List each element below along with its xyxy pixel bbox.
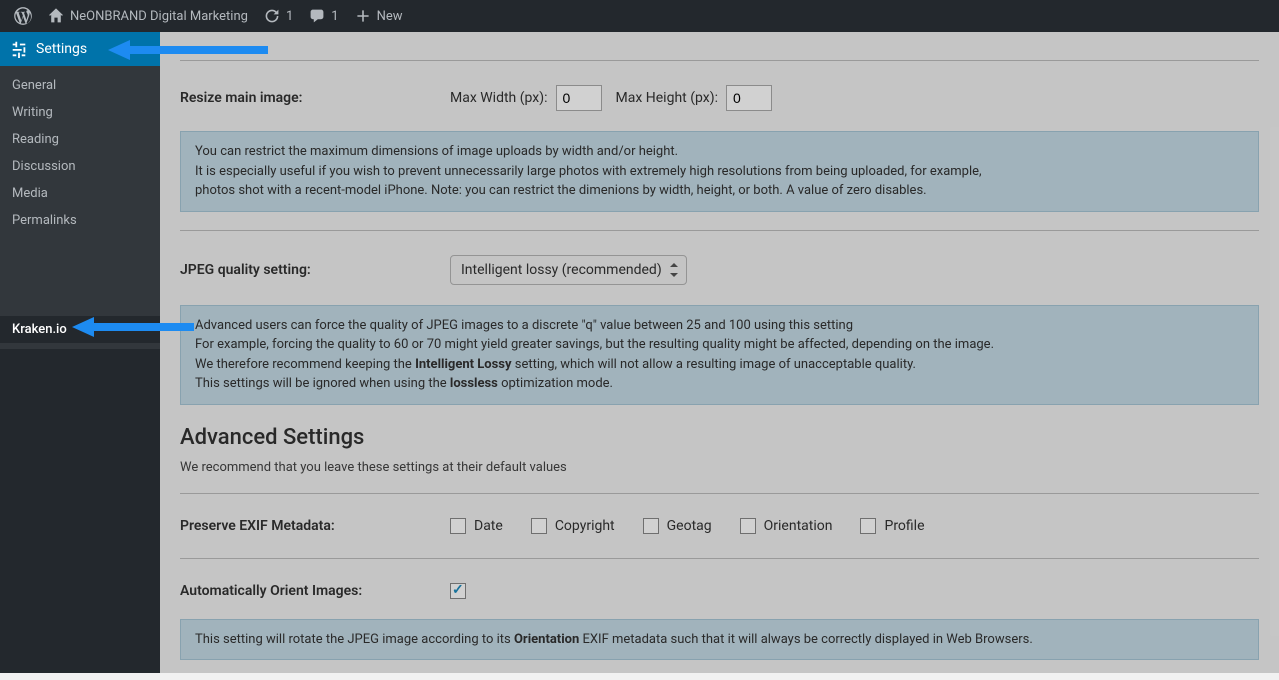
new-label: New	[377, 9, 403, 24]
exif-copyright-item: Copyright	[531, 518, 615, 534]
exif-geotag-item: Geotag	[643, 518, 712, 534]
select-jpeg-quality[interactable]: Intelligent lossy (recommended)	[450, 255, 687, 285]
help-auto-orient: This setting will rotate the JPEG image …	[180, 619, 1259, 661]
cb-label: Date	[474, 518, 503, 534]
help-text: For example, forcing the quality to 60 o…	[195, 335, 1244, 355]
exif-orientation-item: Orientation	[740, 518, 833, 534]
checkbox-exif-orientation[interactable]	[740, 518, 756, 534]
select-value: Intelligent lossy (recommended)	[461, 262, 662, 278]
site-title: NeONBRAND Digital Marketing	[70, 9, 248, 24]
comment-icon	[309, 8, 325, 24]
input-max-width[interactable]	[556, 85, 602, 111]
submenu-reading[interactable]: Reading	[0, 126, 160, 153]
divider	[180, 558, 1259, 559]
wordpress-icon	[14, 7, 32, 25]
new-item[interactable]: New	[347, 0, 411, 32]
label-max-height: Max Height (px):	[616, 90, 718, 106]
admin-bar: NeONBRAND Digital Marketing 1 1 New	[0, 0, 1279, 32]
help-text: Advanced users can force the quality of …	[195, 316, 1244, 336]
input-max-height[interactable]	[726, 85, 772, 111]
label-max-width: Max Width (px):	[450, 90, 548, 106]
comments-item[interactable]: 1	[301, 0, 346, 32]
refresh-icon	[264, 8, 280, 24]
submenu-media[interactable]: Media	[0, 180, 160, 207]
help-text: You can restrict the maximum dimensions …	[195, 142, 1244, 162]
submenu-discussion[interactable]: Discussion	[0, 153, 160, 180]
checkbox-exif-profile[interactable]	[860, 518, 876, 534]
exif-date-item: Date	[450, 518, 503, 534]
settings-submenu: General Writing Reading Discussion Media…	[0, 66, 160, 349]
help-jpeg: Advanced users can force the quality of …	[180, 305, 1259, 405]
label-resize: Resize main image:	[180, 90, 450, 106]
submenu-general[interactable]: General	[0, 72, 160, 99]
cb-label: Orientation	[764, 518, 833, 534]
admin-sidebar: Settings General Writing Reading Discuss…	[0, 32, 160, 673]
cb-label: Geotag	[667, 518, 712, 534]
row-resize-main-image: Resize main image: Max Width (px): Max H…	[180, 79, 1259, 117]
checkbox-exif-geotag[interactable]	[643, 518, 659, 534]
row-jpeg-quality: JPEG quality setting: Intelligent lossy …	[180, 249, 1259, 291]
label-jpeg-quality: JPEG quality setting:	[180, 262, 450, 278]
help-text: It is especially useful if you wish to p…	[195, 162, 1244, 182]
row-preserve-exif: Preserve EXIF Metadata: Date Copyright G…	[180, 512, 1259, 540]
subtitle-advanced: We recommend that you leave these settin…	[180, 460, 1259, 475]
site-home[interactable]: NeONBRAND Digital Marketing	[40, 0, 256, 32]
heading-advanced: Advanced Settings	[180, 425, 1259, 450]
content-area: Resize main image: Max Width (px): Max H…	[160, 32, 1279, 673]
refresh-item[interactable]: 1	[256, 0, 301, 32]
label-preserve-exif: Preserve EXIF Metadata:	[180, 518, 450, 534]
row-auto-orient: Automatically Orient Images:	[180, 577, 1259, 605]
label-auto-orient: Automatically Orient Images:	[180, 583, 450, 599]
checkbox-exif-date[interactable]	[450, 518, 466, 534]
help-text: We therefore recommend keeping the Intel…	[195, 355, 1244, 375]
home-icon	[48, 8, 64, 24]
cb-label: Profile	[884, 518, 924, 534]
exif-profile-item: Profile	[860, 518, 924, 534]
exif-checkbox-group: Date Copyright Geotag Orientation Profil…	[450, 518, 925, 534]
divider	[180, 493, 1259, 494]
help-text: photos shot with a recent-model iPhone. …	[195, 181, 1244, 201]
menu-settings-label: Settings	[36, 41, 87, 57]
checkbox-auto-orient[interactable]	[450, 583, 466, 599]
wp-logo[interactable]	[6, 0, 40, 32]
refresh-count: 1	[286, 9, 293, 24]
divider	[180, 60, 1259, 61]
plus-icon	[355, 8, 371, 24]
comment-count: 1	[331, 9, 338, 24]
menu-settings[interactable]: Settings	[0, 32, 160, 66]
checkbox-exif-copyright[interactable]	[531, 518, 547, 534]
sliders-icon	[10, 40, 28, 58]
submenu-writing[interactable]: Writing	[0, 99, 160, 126]
help-text: This settings will be ignored when using…	[195, 374, 1244, 394]
cb-label: Copyright	[555, 518, 615, 534]
divider	[180, 230, 1259, 231]
submenu-permalinks[interactable]: Permalinks	[0, 207, 160, 234]
submenu-kraken[interactable]: Kraken.io	[0, 316, 160, 343]
help-resize: You can restrict the maximum dimensions …	[180, 131, 1259, 212]
